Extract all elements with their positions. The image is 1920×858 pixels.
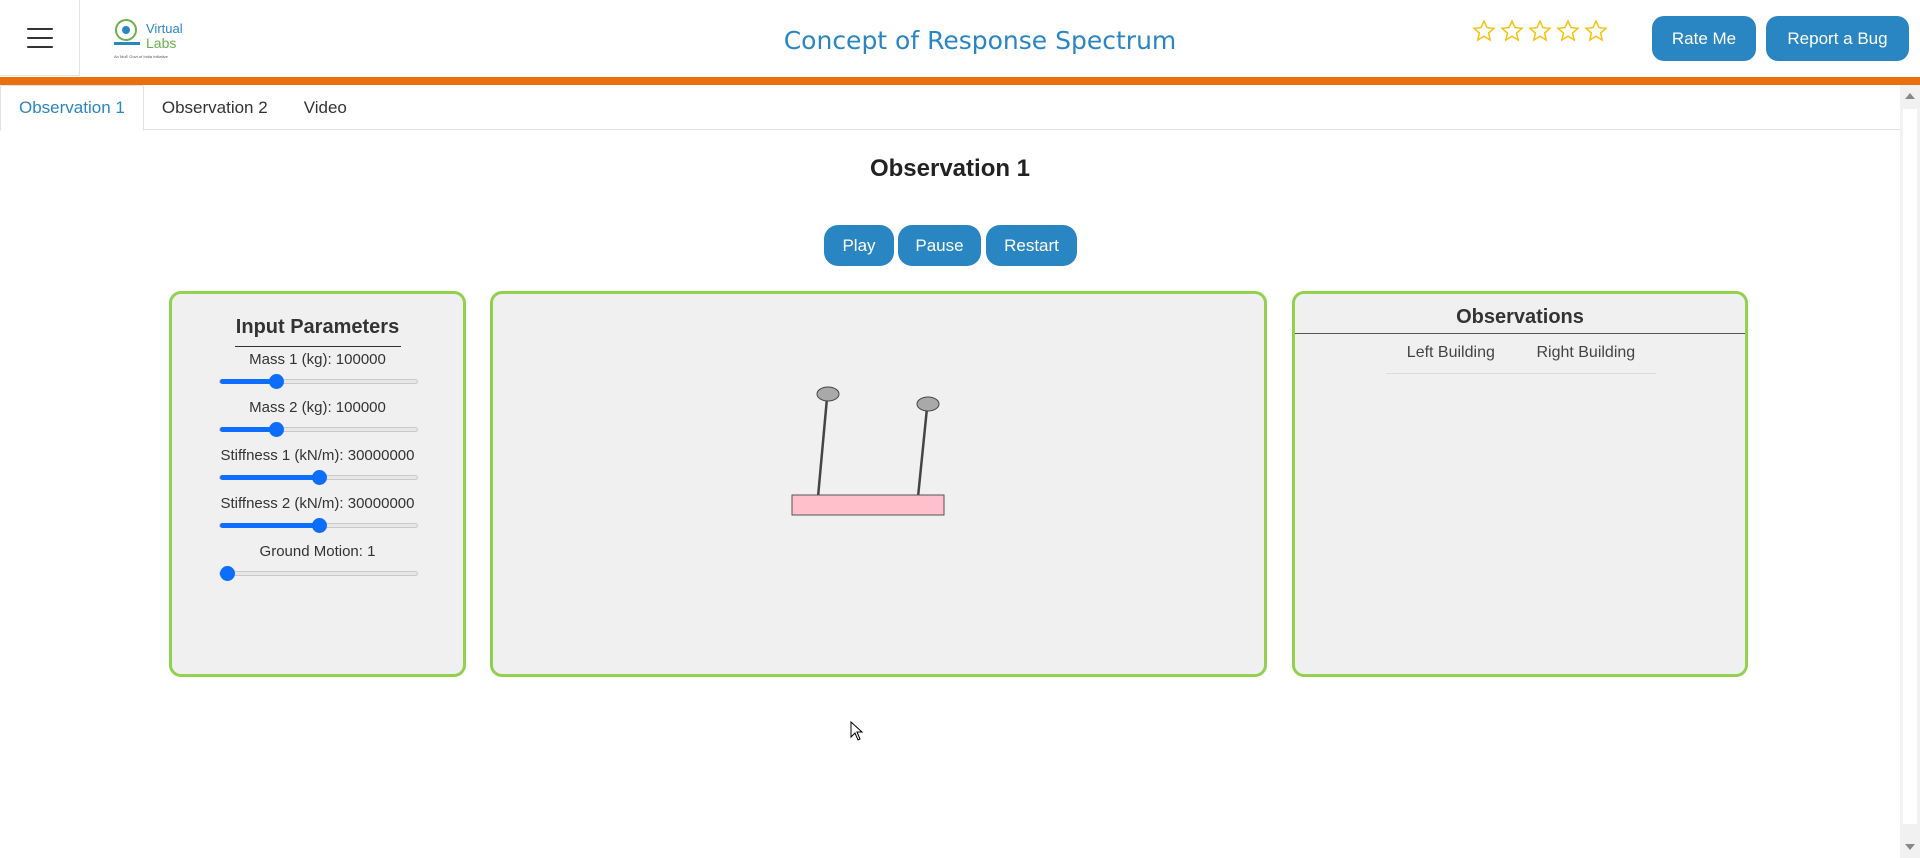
tab-video[interactable]: Video	[286, 85, 365, 130]
header-accent-bar	[0, 77, 1920, 85]
ground-base	[791, 494, 945, 516]
pause-button[interactable]: Pause	[898, 225, 981, 266]
page-title: Concept of Response Spectrum	[783, 26, 1177, 55]
left-building-mass	[816, 386, 840, 402]
observation-heading: Observation 1	[869, 155, 1031, 182]
tab-observation-1[interactable]: Observation 1	[0, 85, 144, 131]
input-parameters-panel: Input Parameters Mass 1 (kg): 100000 Mas…	[169, 291, 466, 677]
simulation-panel	[490, 291, 1267, 677]
star-icon[interactable]	[1528, 19, 1552, 43]
mass-2-slider[interactable]	[219, 422, 418, 437]
input-parameters-title: Input Parameters	[235, 316, 400, 338]
stiffness-1-label: Stiffness 1 (kN/m): 30000000	[220, 447, 415, 464]
right-building-column	[916, 407, 929, 498]
play-button[interactable]: Play	[824, 225, 894, 266]
scroll-down-arrow-icon[interactable]	[1905, 844, 1915, 850]
mass-1-slider[interactable]	[219, 374, 418, 389]
report-bug-button[interactable]: Report a Bug	[1766, 16, 1909, 61]
mouse-pointer-icon	[850, 721, 864, 741]
slider-thumb[interactable]	[311, 518, 327, 533]
column-right-building: Right Building	[1536, 344, 1636, 361]
mass-1-label: Mass 1 (kg): 100000	[249, 351, 386, 368]
star-icon[interactable]	[1472, 19, 1496, 43]
right-building-mass	[916, 396, 940, 412]
left-building-column	[816, 397, 829, 498]
restart-button[interactable]: Restart	[986, 225, 1077, 266]
vertical-scrollbar[interactable]	[1900, 85, 1920, 858]
title-underline	[235, 346, 401, 347]
observations-divider	[1295, 333, 1745, 334]
star-icon[interactable]	[1556, 19, 1580, 43]
observations-table-header: Left Building Right Building	[1386, 344, 1656, 374]
observations-title: Observations	[1456, 306, 1584, 328]
slider-thumb[interactable]	[269, 422, 285, 437]
rate-me-button[interactable]: Rate Me	[1652, 16, 1756, 61]
tab-observation-2[interactable]: Observation 2	[144, 85, 286, 130]
observation-tabs: Observation 1 Observation 2 Video	[0, 85, 1900, 131]
scrollbar-thumb[interactable]	[1903, 109, 1917, 824]
stiffness-1-slider[interactable]	[219, 470, 418, 485]
star-icon[interactable]	[1500, 19, 1524, 43]
stiffness-2-slider[interactable]	[219, 518, 418, 533]
star-icon[interactable]	[1584, 19, 1608, 43]
slider-thumb[interactable]	[311, 470, 327, 485]
top-header: Virtual Labs An MoE Govt of India Initia…	[0, 0, 1920, 77]
stiffness-2-label: Stiffness 2 (kN/m): 30000000	[220, 495, 415, 512]
observations-panel: Observations Left Building Right Buildin…	[1292, 291, 1748, 677]
slider-thumb[interactable]	[269, 374, 285, 389]
mass-2-label: Mass 2 (kg): 100000	[249, 399, 386, 416]
ground-motion-label: Ground Motion: 1	[259, 543, 376, 560]
ground-motion-slider[interactable]	[219, 566, 418, 581]
simulation-canvas	[791, 386, 945, 516]
rating-stars[interactable]	[1472, 19, 1608, 43]
slider-thumb[interactable]	[220, 566, 235, 581]
scroll-up-arrow-icon[interactable]	[1905, 93, 1915, 99]
column-left-building: Left Building	[1406, 344, 1495, 361]
